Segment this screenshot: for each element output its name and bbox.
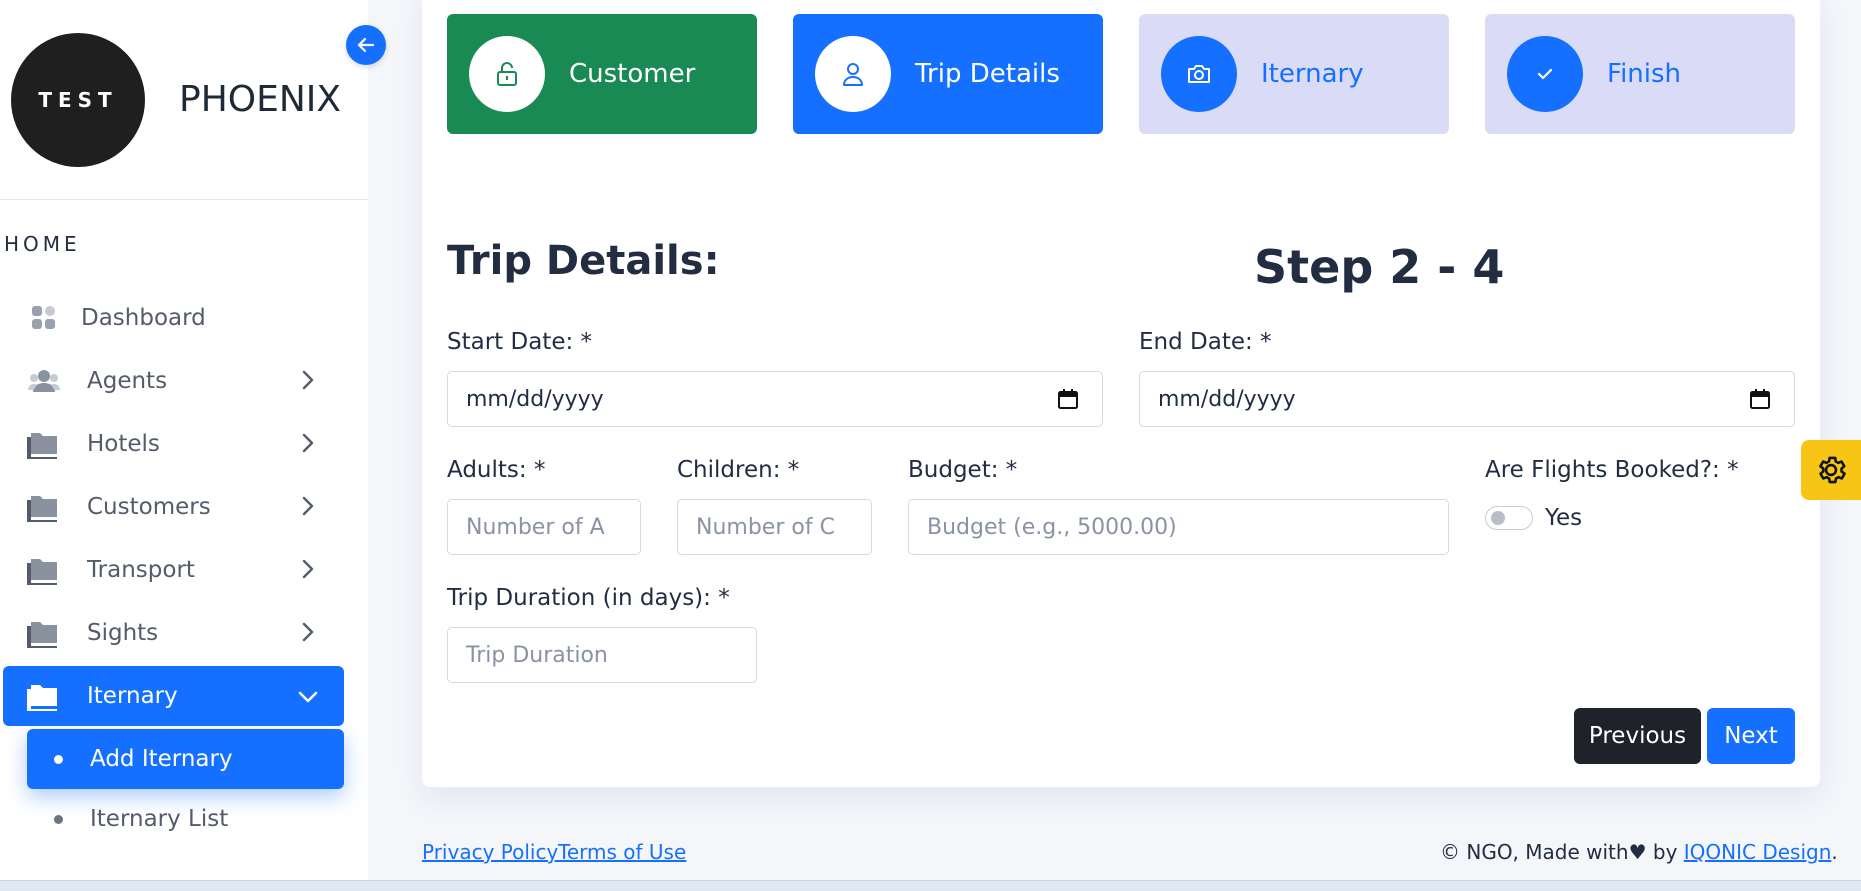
calendar-icon[interactable]: [1056, 387, 1080, 411]
chevron-right-icon: [302, 496, 314, 516]
next-button[interactable]: Next: [1707, 708, 1795, 764]
budget-input[interactable]: Budget (e.g., 5000.00): [908, 499, 1449, 555]
step-icon-circle: [469, 36, 545, 112]
footer-copyright: © NGO, Made with♥ by IQONIC Design.: [1440, 840, 1838, 864]
children-input[interactable]: Number of C: [677, 499, 872, 555]
sidebar-item-label: Customers: [87, 493, 211, 520]
sidebar-item-transport[interactable]: Transport: [0, 538, 368, 601]
section-label-home: HOME: [4, 232, 81, 256]
start-date-value: mm/dd/yyyy: [466, 386, 604, 412]
logo-text: TEST: [38, 87, 118, 112]
sidebar-subitem-label: Add Iternary: [90, 746, 233, 772]
dashboard-icon: [26, 300, 62, 336]
sidebar-item-dashboard[interactable]: Dashboard: [0, 286, 368, 349]
privacy-policy-link[interactable]: Privacy Policy: [422, 840, 558, 864]
sidebar-subitem-add-iternary[interactable]: Add Iternary: [27, 729, 344, 789]
sidebar-item-label: Dashboard: [81, 304, 206, 331]
adults-input[interactable]: Number of A: [447, 499, 641, 555]
children-placeholder: Number of C: [696, 514, 835, 540]
folder-icon: [26, 489, 62, 525]
flights-booked-toggle[interactable]: [1485, 506, 1533, 530]
end-date-value: mm/dd/yyyy: [1158, 386, 1296, 412]
user-icon: [843, 63, 863, 86]
sidebar-menu: Dashboard Agents Hotels Customers Transp…: [0, 286, 368, 849]
by-text: by: [1646, 840, 1684, 864]
step-label: Customer: [569, 59, 696, 89]
bullet-icon: [54, 814, 63, 824]
sidebar-item-agents[interactable]: Agents: [0, 349, 368, 412]
step-counter: Step 2 - 4: [1254, 240, 1505, 294]
bullet-icon: [54, 754, 63, 764]
end-date-input[interactable]: mm/dd/yyyy: [1139, 371, 1795, 427]
users-icon: [26, 363, 62, 399]
children-label: Children: *: [677, 457, 800, 483]
sidebar-item-label: Agents: [87, 367, 168, 394]
copyright-text: © NGO, Made with: [1440, 840, 1629, 864]
chevron-down-icon: [298, 691, 318, 703]
folder-icon: [26, 678, 62, 714]
sidebar-item-iternary[interactable]: Iternary: [3, 666, 344, 726]
form-title: Trip Details:: [447, 238, 720, 284]
budget-placeholder: Budget (e.g., 5000.00): [927, 514, 1177, 540]
sidebar-item-label: Iternary: [87, 683, 178, 709]
toggle-knob: [1491, 511, 1505, 525]
lock-icon: [497, 62, 517, 86]
step-customer[interactable]: Customer: [447, 14, 757, 134]
heart-icon: ♥: [1628, 840, 1647, 864]
arrow-left-icon: [357, 37, 375, 53]
chevron-right-icon: [302, 433, 314, 453]
start-date-label: Start Date: *: [447, 329, 593, 355]
settings-button[interactable]: [1801, 440, 1861, 500]
adults-label: Adults: *: [447, 457, 546, 483]
sidebar-toggle-button[interactable]: [346, 25, 386, 65]
trip-duration-input[interactable]: Trip Duration: [447, 627, 757, 683]
sidebar-item-hotels[interactable]: Hotels: [0, 412, 368, 475]
trip-duration-label: Trip Duration (in days): *: [447, 585, 730, 611]
sidebar-item-sights[interactable]: Sights: [0, 601, 368, 664]
step-label: Trip Details: [915, 59, 1060, 89]
sidebar-item-label: Sights: [87, 619, 159, 646]
end-date-label: End Date: *: [1139, 329, 1272, 355]
iqonic-design-link[interactable]: IQONIC Design: [1684, 840, 1832, 864]
sidebar-subitem-iternary-list[interactable]: Iternary List: [0, 789, 368, 849]
sidebar-item-customers[interactable]: Customers: [0, 475, 368, 538]
step-icon-circle: [1507, 36, 1583, 112]
flights-booked-label: Are Flights Booked?: *: [1485, 457, 1739, 483]
terms-of-use-link[interactable]: Terms of Use: [558, 840, 686, 864]
step-label: Iternary: [1261, 59, 1364, 89]
sidebar-subitem-label: Iternary List: [90, 806, 229, 832]
brand: TEST PHOENIX: [0, 0, 368, 200]
logo[interactable]: TEST: [11, 32, 145, 167]
chevron-right-icon: [302, 559, 314, 579]
folder-icon: [26, 552, 62, 588]
sidebar-item-label: Transport: [87, 556, 195, 583]
chevron-right-icon: [302, 622, 314, 642]
step-trip-details[interactable]: Trip Details: [793, 14, 1103, 134]
folder-icon: [26, 615, 62, 651]
step-label: Finish: [1607, 59, 1682, 89]
step-iternary[interactable]: Iternary: [1139, 14, 1449, 134]
folder-icon: [26, 426, 62, 462]
start-date-input[interactable]: mm/dd/yyyy: [447, 371, 1103, 427]
previous-button[interactable]: Previous: [1574, 708, 1701, 764]
adults-placeholder: Number of A: [466, 514, 605, 540]
step-icon-circle: [1161, 36, 1237, 112]
step-finish[interactable]: Finish: [1485, 14, 1795, 134]
check-icon: [1537, 68, 1553, 80]
budget-label: Budget: *: [908, 457, 1018, 483]
flights-booked-toggle-label: Yes: [1545, 505, 1583, 531]
chevron-right-icon: [302, 370, 314, 390]
gear-icon: [1819, 456, 1846, 484]
trip-duration-placeholder: Trip Duration: [466, 642, 608, 668]
camera-icon: [1188, 65, 1210, 83]
step-icon-circle: [815, 36, 891, 112]
footer-suffix: .: [1831, 840, 1838, 864]
window-bottom-edge: [0, 880, 1861, 891]
wizard-steps: Customer Trip Details Iternary Finish: [447, 14, 1795, 134]
calendar-icon[interactable]: [1748, 387, 1772, 411]
sidebar-item-label: Hotels: [87, 430, 160, 457]
brand-name: PHOENIX: [179, 79, 342, 120]
sidebar: TEST PHOENIX HOME Dashboard Agents Hotel…: [0, 0, 368, 891]
